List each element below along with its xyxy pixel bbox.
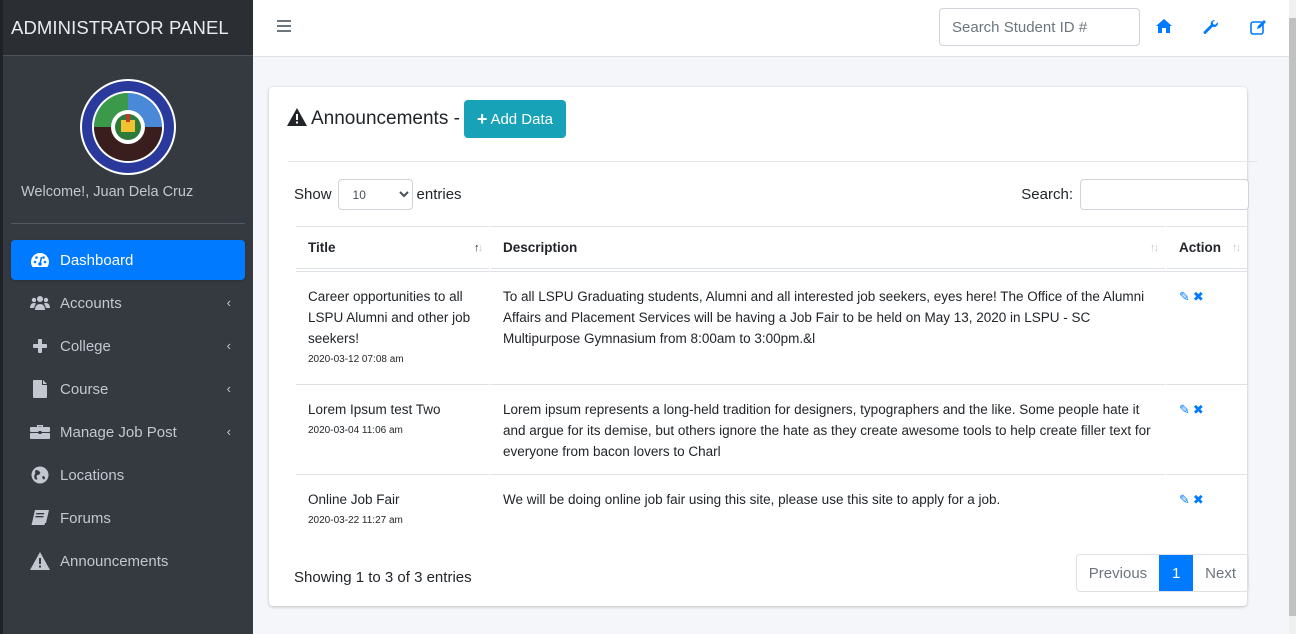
sort-icon: ↑↓ bbox=[1150, 242, 1159, 254]
warning-icon bbox=[30, 552, 50, 570]
table-info: Showing 1 to 3 of 3 entries bbox=[294, 569, 472, 586]
welcome-text: Welcome!, Juan Dela Cruz bbox=[21, 184, 194, 200]
card-header: Announcements - + Add Data bbox=[287, 100, 566, 138]
description-cell: To all LSPU Graduating students, Alumni … bbox=[489, 272, 1165, 384]
sidebar-item-label: Course bbox=[60, 380, 109, 398]
page-1-button[interactable]: 1 bbox=[1159, 555, 1194, 591]
sidebar-nav: Dashboard Accounts ‹ College ‹ Course ‹ bbox=[3, 240, 253, 581]
wrench-icon[interactable] bbox=[1203, 19, 1221, 37]
card-title: Announcements - bbox=[311, 108, 460, 129]
title-cell: Online Job Fair 2020-03-22 11:27 am bbox=[296, 474, 489, 542]
plus-icon: + bbox=[476, 108, 488, 129]
sidebar-item-label: Announcements bbox=[60, 552, 169, 570]
edit-pencil-icon[interactable]: ✎ bbox=[1179, 286, 1190, 307]
sidebar-item-label: Dashboard bbox=[60, 251, 134, 269]
sidebar: ADMINISTRATOR PANEL Welcome!, Juan Dela … bbox=[0, 0, 253, 634]
announcements-card: Announcements - + Add Data Show 10 entri… bbox=[269, 87, 1258, 606]
column-header-action[interactable]: Action ↑↓ bbox=[1165, 226, 1247, 272]
sidebar-item-label: Locations bbox=[60, 466, 125, 484]
sidebar-item-course[interactable]: Course ‹ bbox=[11, 369, 245, 409]
book-icon bbox=[30, 509, 50, 527]
sort-ascending-icon: ↑↓ bbox=[474, 242, 483, 254]
file-icon bbox=[30, 380, 50, 398]
chevron-left-icon: ‹ bbox=[226, 338, 231, 353]
pagination: Previous 1 Next bbox=[1075, 554, 1249, 592]
globe-icon bbox=[30, 466, 50, 484]
sidebar-item-accounts[interactable]: Accounts ‹ bbox=[11, 283, 245, 323]
action-cell: ✎ ✖ bbox=[1165, 474, 1247, 542]
announcement-timestamp: 2020-03-12 07:08 am bbox=[308, 354, 404, 365]
show-label: Show bbox=[294, 186, 332, 203]
edit-pencil-icon[interactable]: ✎ bbox=[1179, 399, 1190, 420]
sort-icon: ↑↓ bbox=[1232, 242, 1241, 254]
edit-icon[interactable] bbox=[1250, 19, 1268, 37]
dashboard-icon bbox=[30, 251, 50, 269]
sidebar-item-dashboard[interactable]: Dashboard bbox=[11, 240, 245, 280]
home-icon[interactable] bbox=[1156, 19, 1174, 37]
chevron-left-icon: ‹ bbox=[226, 381, 231, 396]
sidebar-item-announcements[interactable]: Announcements bbox=[11, 541, 245, 581]
table-row: Online Job Fair 2020-03-22 11:27 am We w… bbox=[296, 474, 1247, 542]
sidebar-item-college[interactable]: College ‹ bbox=[11, 326, 245, 366]
user-panel: Welcome!, Juan Dela Cruz bbox=[11, 56, 245, 224]
briefcase-icon bbox=[30, 423, 50, 441]
chevron-left-icon: ‹ bbox=[226, 295, 231, 310]
action-cell: ✎ ✖ bbox=[1165, 272, 1247, 384]
table-row: Career opportunities to all LSPU Alumni … bbox=[296, 272, 1247, 384]
plus-icon bbox=[30, 337, 50, 355]
sidebar-item-label: College bbox=[60, 337, 111, 355]
student-id-search-input[interactable] bbox=[939, 8, 1140, 46]
sidebar-item-label: Forums bbox=[60, 509, 111, 527]
university-logo bbox=[79, 78, 177, 176]
sidebar-item-forums[interactable]: Forums bbox=[11, 498, 245, 538]
action-cell: ✎ ✖ bbox=[1165, 384, 1247, 474]
chevron-left-icon: ‹ bbox=[226, 424, 231, 439]
entries-select[interactable]: 10 bbox=[337, 179, 413, 210]
title-cell: Career opportunities to all LSPU Alumni … bbox=[296, 272, 489, 384]
top-navbar bbox=[253, 0, 1289, 57]
next-page-button[interactable]: Next bbox=[1193, 555, 1248, 591]
brand[interactable]: ADMINISTRATOR PANEL bbox=[3, 0, 253, 56]
table-row: Lorem Ipsum test Two 2020-03-04 11:06 am… bbox=[296, 384, 1247, 474]
edit-pencil-icon[interactable]: ✎ bbox=[1179, 489, 1190, 510]
delete-x-icon[interactable]: ✖ bbox=[1193, 489, 1204, 510]
announcement-timestamp: 2020-03-22 11:27 am bbox=[308, 515, 403, 526]
menu-toggle-icon[interactable] bbox=[277, 20, 291, 34]
add-data-button[interactable]: + Add Data bbox=[463, 100, 566, 138]
delete-x-icon[interactable]: ✖ bbox=[1193, 399, 1204, 420]
table-search-input[interactable] bbox=[1080, 179, 1249, 210]
title-cell: Lorem Ipsum test Two 2020-03-04 11:06 am bbox=[296, 384, 489, 474]
sidebar-item-manage-job-post[interactable]: Manage Job Post ‹ bbox=[11, 412, 245, 452]
announcement-title: Online Job Fair bbox=[308, 492, 400, 507]
sidebar-item-label: Manage Job Post bbox=[60, 423, 177, 441]
divider bbox=[288, 161, 1258, 162]
warning-icon bbox=[287, 107, 307, 131]
description-cell: We will be doing online job fair using t… bbox=[489, 474, 1165, 542]
description-cell: Lorem ipsum represents a long-held tradi… bbox=[489, 384, 1165, 474]
page-scrollbar[interactable] bbox=[1289, 0, 1296, 634]
entries-label: entries bbox=[416, 186, 462, 203]
brand-title: ADMINISTRATOR PANEL bbox=[11, 16, 229, 38]
announcement-timestamp: 2020-03-04 11:06 am bbox=[308, 425, 403, 436]
users-icon bbox=[30, 294, 50, 312]
announcement-title: Career opportunities to all LSPU Alumni … bbox=[308, 289, 471, 346]
table-search: Search: bbox=[1021, 179, 1249, 210]
column-header-description[interactable]: Description ↑↓ bbox=[489, 226, 1165, 272]
sidebar-item-label: Accounts bbox=[60, 294, 122, 312]
add-data-label: Add Data bbox=[490, 110, 553, 128]
entries-length-control: Show 10 entries bbox=[294, 179, 462, 210]
search-label: Search: bbox=[1021, 186, 1073, 203]
announcements-table: Title ↑↓ Description ↑↓ Action ↑↓ Career… bbox=[296, 226, 1247, 542]
previous-page-button[interactable]: Previous bbox=[1077, 555, 1159, 591]
column-header-title[interactable]: Title ↑↓ bbox=[296, 226, 489, 272]
delete-x-icon[interactable]: ✖ bbox=[1193, 286, 1204, 307]
sidebar-item-locations[interactable]: Locations bbox=[11, 455, 245, 495]
announcement-title: Lorem Ipsum test Two bbox=[308, 402, 441, 417]
